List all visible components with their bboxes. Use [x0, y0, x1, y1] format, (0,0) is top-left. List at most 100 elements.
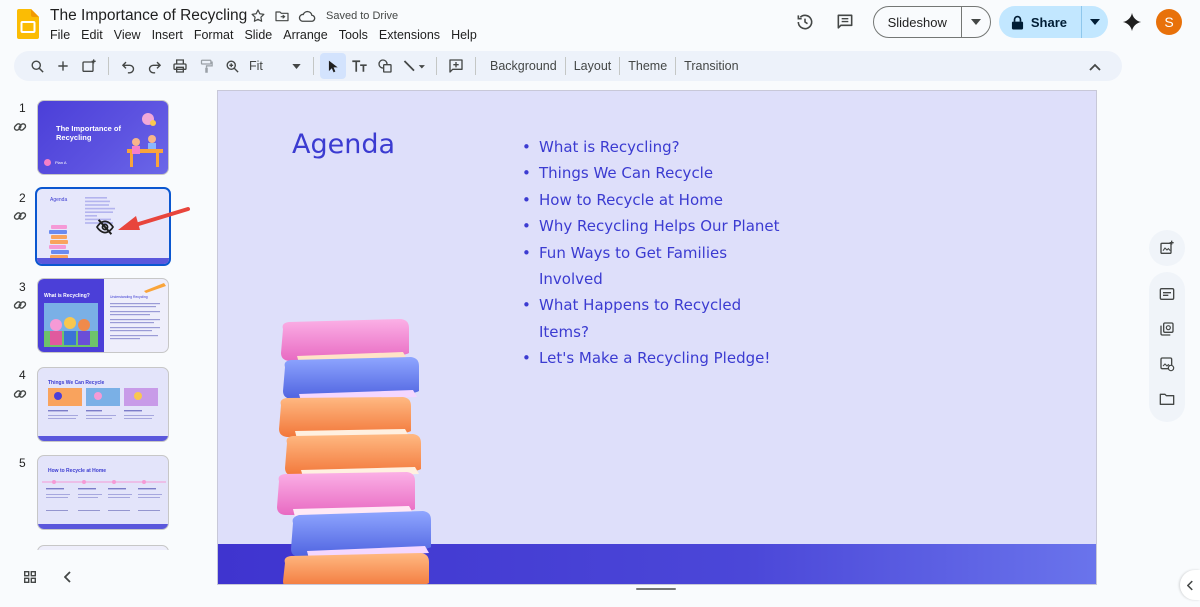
search-menus-button[interactable] — [24, 53, 50, 79]
menu-tools[interactable]: Tools — [339, 28, 374, 42]
slide-number: 1 — [19, 101, 26, 115]
shape-icon — [378, 59, 392, 73]
slide-title[interactable]: Agenda — [292, 129, 395, 160]
thumb-books — [49, 225, 69, 259]
sidepanel-layers-button[interactable] — [1157, 318, 1177, 340]
comment-icon — [837, 14, 853, 29]
title-actions: Saved to Drive — [250, 8, 398, 24]
slide-canvas[interactable]: Agenda What is Recycling? Things We Can … — [217, 90, 1097, 585]
layers-icon — [1160, 322, 1174, 336]
book-stack-illustration[interactable] — [273, 319, 443, 585]
add-image-icon[interactable] — [1159, 240, 1175, 256]
hide-menus-button[interactable] — [1082, 54, 1108, 80]
undo-button[interactable] — [115, 53, 141, 79]
slide-thumbnail-5[interactable]: How to Recycle at Home — [37, 455, 169, 530]
cloud-saved-icon[interactable] — [298, 8, 316, 24]
zoom-button[interactable] — [219, 53, 245, 79]
sidepanel-keep-button[interactable] — [1157, 283, 1177, 305]
layout-button[interactable]: Layout — [566, 59, 620, 73]
toolbar-divider — [313, 57, 314, 75]
agenda-item: What is Recycling? — [522, 134, 782, 161]
slide-thumbnail-6-partial[interactable] — [37, 545, 169, 550]
star-icon[interactable] — [250, 8, 266, 24]
line-icon — [403, 59, 425, 71]
thumb-floor — [38, 436, 168, 441]
document-title[interactable]: The Importance of Recycling — [50, 7, 247, 25]
slide-number: 2 — [19, 191, 26, 205]
add-comment-icon — [449, 59, 463, 73]
line-tool-button[interactable] — [398, 53, 430, 79]
comments-button[interactable] — [829, 6, 861, 38]
sidepanel-image-button[interactable] — [1157, 353, 1177, 375]
print-button[interactable] — [167, 53, 193, 79]
agenda-item: Fun Ways to Get Families Involved — [522, 240, 782, 293]
print-icon — [173, 59, 187, 73]
menu-arrange[interactable]: Arrange — [283, 28, 333, 42]
slideshow-dropdown[interactable] — [962, 19, 990, 25]
thumb-footer: Plan A — [44, 159, 67, 166]
thumb-footer-text: Plan A — [55, 160, 67, 165]
menu-view[interactable]: View — [114, 28, 147, 42]
header-actions: Slideshow Share S — [789, 6, 1182, 38]
caret-down-icon — [1090, 19, 1100, 25]
grid-view-icon[interactable] — [24, 571, 36, 583]
menu-bar: File Edit View Insert Format Slide Arran… — [50, 28, 488, 42]
move-folder-icon[interactable] — [274, 8, 290, 24]
version-history-button[interactable] — [789, 6, 821, 38]
slide-thumbnail-3[interactable]: What is Recycling? Understanding Recycli… — [37, 278, 169, 353]
theme-button[interactable]: Theme — [620, 59, 675, 73]
agenda-item: What Happens to Recycled Items? — [522, 292, 782, 345]
share-button[interactable]: Share — [999, 6, 1082, 38]
account-avatar[interactable]: S — [1156, 9, 1182, 35]
menu-help[interactable]: Help — [451, 28, 483, 42]
thumb-title: What is Recycling? — [44, 293, 90, 299]
agenda-list[interactable]: What is Recycling? Things We Can Recycle… — [522, 134, 782, 372]
menu-extensions[interactable]: Extensions — [379, 28, 446, 42]
menu-file[interactable]: File — [50, 28, 76, 42]
new-slide-button[interactable] — [50, 53, 76, 79]
paint-format-button[interactable] — [193, 53, 219, 79]
slide-thumbnail-1[interactable]: The Importance of Recycling Plan A — [37, 100, 169, 175]
zoom-select[interactable]: Fit — [245, 59, 307, 73]
share-dropdown[interactable] — [1082, 19, 1108, 25]
text-box-icon — [351, 59, 367, 72]
speaker-notes-drag-handle[interactable] — [636, 588, 676, 590]
filmstrip-footer — [0, 565, 205, 595]
folder-icon — [1159, 393, 1175, 405]
redo-button[interactable] — [141, 53, 167, 79]
select-tool-button[interactable] — [320, 53, 346, 79]
menu-format[interactable]: Format — [194, 28, 240, 42]
thumb-floor — [38, 524, 168, 529]
menu-slide[interactable]: Slide — [244, 28, 278, 42]
toolbar-divider — [108, 57, 109, 75]
comment-add-button[interactable] — [443, 53, 469, 79]
thumb-pencil — [144, 283, 166, 293]
toolbar-divider — [436, 57, 437, 75]
linked-slide-icon — [13, 212, 27, 220]
toolbar: Fit Background Layout Theme Transition — [14, 51, 1122, 81]
menu-edit[interactable]: Edit — [81, 28, 109, 42]
menu-insert[interactable]: Insert — [152, 28, 189, 42]
share-label: Share — [1030, 14, 1067, 30]
thumb-bullets — [110, 303, 160, 340]
background-button[interactable]: Background — [482, 59, 565, 73]
slide-number: 5 — [19, 456, 26, 470]
gemini-button[interactable] — [1120, 10, 1144, 34]
side-panel-top — [1149, 230, 1185, 266]
linked-slide-icon — [13, 301, 27, 309]
slides-logo-icon[interactable] — [17, 9, 39, 39]
caption-card-icon — [1159, 288, 1175, 300]
collapse-filmstrip-icon[interactable] — [64, 571, 72, 583]
show-side-panel-button[interactable] — [1180, 570, 1200, 600]
shape-button[interactable] — [372, 53, 398, 79]
slideshow-button[interactable]: Slideshow — [874, 7, 962, 37]
agenda-item: Things We Can Recycle — [522, 160, 782, 187]
caret-down-icon — [970, 19, 981, 25]
new-slide-layout-button[interactable] — [76, 53, 102, 79]
slide-thumbnail-4[interactable]: Things We Can Recycle — [37, 367, 169, 442]
text-box-button[interactable] — [346, 53, 372, 79]
transition-button[interactable]: Transition — [676, 59, 746, 73]
agenda-item: How to Recycle at Home — [522, 187, 782, 214]
thumb-title: Agenda — [50, 197, 68, 203]
sidepanel-drive-button[interactable] — [1157, 388, 1177, 410]
